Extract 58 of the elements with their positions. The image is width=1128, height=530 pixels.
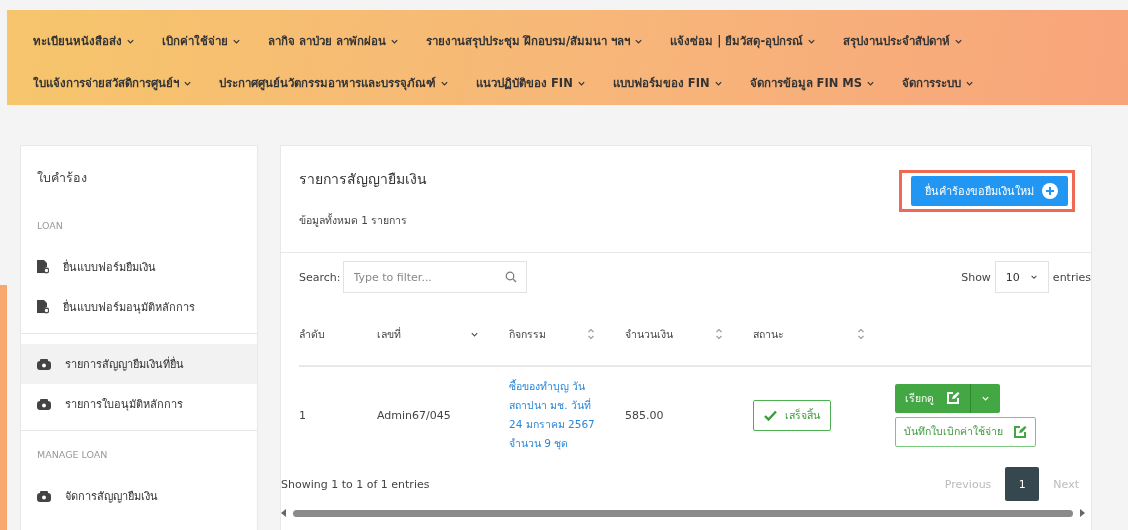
scroll-right-icon[interactable]	[1079, 509, 1085, 517]
sort-icon	[715, 328, 723, 340]
entries-label: entries	[1052, 270, 1091, 284]
file-icon	[37, 260, 49, 274]
record-count: ข้อมูลทั้งหมด 1 รายการ	[299, 212, 409, 229]
edit-icon	[946, 391, 960, 405]
plus-circle-icon	[1042, 183, 1058, 199]
column-header[interactable]: สถานะ	[753, 303, 895, 367]
section-heading: LOAN	[36, 219, 64, 233]
search-label: Search:	[299, 270, 341, 284]
dropdown-toggle[interactable]	[970, 383, 1000, 413]
page-size-select[interactable]: 10	[994, 261, 1049, 293]
page-number-button[interactable]: 1	[1005, 467, 1040, 501]
sort-icon	[587, 328, 595, 340]
show-label: Show	[961, 270, 991, 284]
sidebar-item[interactable]: ยื่นแบบฟอร์มยืมเงิน	[21, 247, 257, 287]
sidebar-item[interactable]: รายการใบอนุมัติหลักการ	[21, 384, 257, 424]
column-header[interactable]: จำนวนเงิน	[625, 303, 753, 367]
nav-menu-item[interactable]: แบบฟอร์มของ FIN	[612, 74, 723, 92]
nav-menu-item[interactable]: จัดการข้อมูล FIN MS	[749, 74, 876, 92]
table-cell: Admin67/045	[377, 408, 451, 422]
table-cell: 1	[299, 408, 306, 422]
nav-menu-item[interactable]: สรุปงานประจำสัปดาห์	[843, 32, 964, 50]
sidebar-item[interactable]: จัดการสัญญายืมเงิน	[21, 476, 257, 516]
sidebar-item[interactable]: ยื่นแบบฟอร์มอนุมัติหลักการ	[21, 287, 257, 327]
nav-menu-item[interactable]: ทะเบียนหนังสือส่ง	[33, 32, 135, 50]
sidebar-title: ใบคำร้อง	[36, 169, 88, 187]
check-icon	[764, 409, 777, 421]
scroll-left-icon[interactable]	[281, 509, 287, 517]
record-expense-button[interactable]: บันทึกใบเบิกค่าใช้จ่าย	[895, 416, 1036, 447]
column-header[interactable]: ลำดับ	[299, 303, 377, 367]
table-cell: 585.00	[625, 408, 664, 422]
cash-icon	[37, 358, 51, 370]
chevron-down-icon	[1029, 273, 1038, 281]
file-icon	[37, 300, 49, 314]
nav-menu-item[interactable]: ประกาศศูนย์นวัตกรรมอาหารและบรรจุภัณฑ์	[219, 74, 449, 92]
search-field[interactable]: Type to filter...	[342, 261, 527, 293]
nav-menu-item[interactable]: รายงานสรุปประชุม ฝึกอบรม/สัมมนา ฯลฯ	[426, 32, 644, 50]
panel-title: รายการสัญญายืมเงิน	[299, 170, 427, 189]
nav-menu-item[interactable]: ใบแจ้งการจ่ายสวัสดิการศูนย์ฯ	[33, 74, 192, 92]
nav-menu-item[interactable]: แนวปฏิบัติของ FIN	[476, 74, 586, 92]
column-header[interactable]: กิจกรรม	[509, 303, 625, 367]
sidebar-item[interactable]: รายการสัญญายืมเงินที่ยื่น	[21, 344, 257, 384]
nav-menu-item[interactable]: ลากิจ ลาป่วย ลาพักผ่อน	[268, 32, 399, 50]
nav-menu-item[interactable]: จัดการระบบ	[902, 74, 975, 92]
status-badge: เสร็จสิ้น	[753, 399, 831, 431]
entries-info: Showing 1 to 1 of 1 entries	[281, 477, 430, 491]
activity-link[interactable]: ซื้อของทำบุญ วันสถาปนา มช. วันที่ 24 มกราคม 2567 จำนวน 9 ชุด	[509, 377, 595, 453]
nav-menu-item[interactable]: เบิกค่าใช้จ่าย	[162, 32, 241, 50]
sort-icon	[857, 328, 865, 340]
cash-icon	[37, 490, 51, 502]
search-icon	[504, 271, 517, 283]
edit-icon	[1013, 424, 1027, 439]
nav-menu-item[interactable]: แจ้งซ่อม | ยืมวัสดุ-อุปกรณ์	[670, 32, 817, 50]
column-header[interactable]: เลขที่	[377, 303, 509, 367]
horizontal-scrollbar[interactable]	[293, 509, 1073, 517]
cash-icon	[37, 398, 51, 410]
section-heading: MANAGE LOAN	[36, 448, 109, 462]
